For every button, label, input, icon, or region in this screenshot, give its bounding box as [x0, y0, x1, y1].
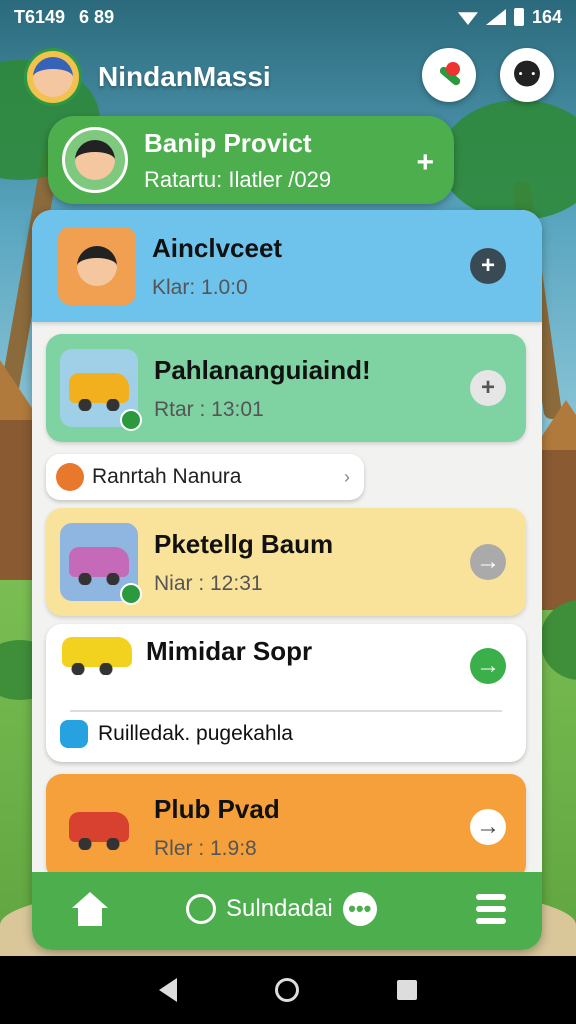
- check-badge-icon: [120, 583, 142, 605]
- status-battery: 164: [531, 6, 562, 27]
- user-avatar[interactable]: [24, 48, 82, 106]
- card-thumbnail: [60, 523, 142, 605]
- home-circle-icon[interactable]: [275, 978, 299, 1002]
- app-title: NindanMassi: [98, 61, 271, 92]
- wifi-icon: [457, 12, 478, 25]
- tag-icon: [56, 463, 84, 491]
- project-banner[interactable]: Banip Provict Ratartu: Ilatler /029 +: [48, 116, 454, 204]
- pin-button[interactable]: [422, 48, 476, 102]
- status-bar: T6149 6 89 164: [0, 0, 576, 34]
- card-thumbnail: [58, 227, 136, 305]
- battery-icon: [513, 8, 524, 26]
- card-thumbnail: [60, 788, 138, 866]
- check-badge-icon: [120, 409, 142, 431]
- bottom-navigation: Sulndadai •••: [32, 872, 542, 950]
- app-header: NindanMassi ⚉: [24, 44, 556, 110]
- card-arrow-button[interactable]: →: [470, 648, 506, 684]
- card-title: Ainclvceet: [152, 232, 283, 263]
- menu-icon[interactable]: [476, 894, 506, 924]
- profile-button[interactable]: ⚉: [500, 48, 554, 102]
- list-item[interactable]: Pahlananguiaind! Rtar : 13:01 +: [46, 334, 526, 442]
- card-subtitle: Rtar : 13:01: [154, 397, 264, 421]
- more-button[interactable]: •••: [342, 892, 377, 926]
- card-subtitle: Rler : 1.9:8: [154, 836, 257, 860]
- list-item[interactable]: Plub Pvad Rler : 1.9:8 →: [46, 774, 526, 880]
- pin-icon: [434, 60, 464, 90]
- chip-label: Ranrtah Nanura: [92, 465, 242, 488]
- card-arrow-button[interactable]: →: [470, 809, 506, 845]
- car-icon: [69, 373, 129, 411]
- list-item[interactable]: Ainclvceet Klar: 1.0:0 +: [32, 210, 542, 322]
- main-panel: Ainclvceet Klar: 1.0:0 + Pahlananguiaind…: [32, 210, 542, 950]
- card-title: Pahlananguiaind!: [154, 354, 371, 385]
- card-arrow-button[interactable]: →: [470, 544, 506, 580]
- banner-add-button[interactable]: +: [416, 146, 434, 180]
- message-icon[interactable]: [186, 894, 216, 924]
- card-add-button[interactable]: +: [470, 370, 506, 406]
- filter-chip[interactable]: Ranrtah Nanura ›: [46, 454, 364, 500]
- card-title: Plub Pvad: [154, 793, 280, 824]
- card-thumbnail: [60, 349, 142, 431]
- car-icon: [62, 636, 132, 675]
- signal-icon: [485, 9, 506, 25]
- chat-icon: [60, 720, 88, 748]
- card-title: Pketellg Baum: [154, 528, 334, 559]
- card-subtitle: Ruilledak. pugekahla: [98, 722, 293, 745]
- banner-avatar: [62, 127, 128, 193]
- banner-subtitle: Ratartu: Ilatler /029: [144, 166, 332, 192]
- system-navigation-bar: [0, 956, 576, 1024]
- back-icon[interactable]: [159, 978, 177, 1002]
- list-item[interactable]: Pketellg Baum Niar : 12:31 →: [46, 508, 526, 616]
- recent-apps-icon[interactable]: [397, 980, 417, 1000]
- user-icon: ⚉: [511, 56, 543, 94]
- card-subtitle: Niar : 12:31: [154, 571, 263, 595]
- home-icon[interactable]: [72, 892, 108, 926]
- card-add-button[interactable]: +: [470, 248, 506, 284]
- card-subtitle: Klar: 1.0:0: [152, 275, 248, 299]
- card-title: Mimidar Sopr: [146, 636, 313, 666]
- banner-title: Banip Provict: [144, 127, 312, 158]
- truck-icon: [69, 812, 129, 850]
- list-item[interactable]: Mimidar Sopr → Ruilledak. pugekahla: [46, 624, 526, 762]
- nav-center-label[interactable]: Sulndadai: [226, 895, 333, 923]
- car-icon: [69, 547, 129, 585]
- status-time: T6149: [14, 6, 66, 27]
- status-extra: 6 89: [79, 6, 115, 27]
- chevron-right-icon: ›: [344, 466, 350, 487]
